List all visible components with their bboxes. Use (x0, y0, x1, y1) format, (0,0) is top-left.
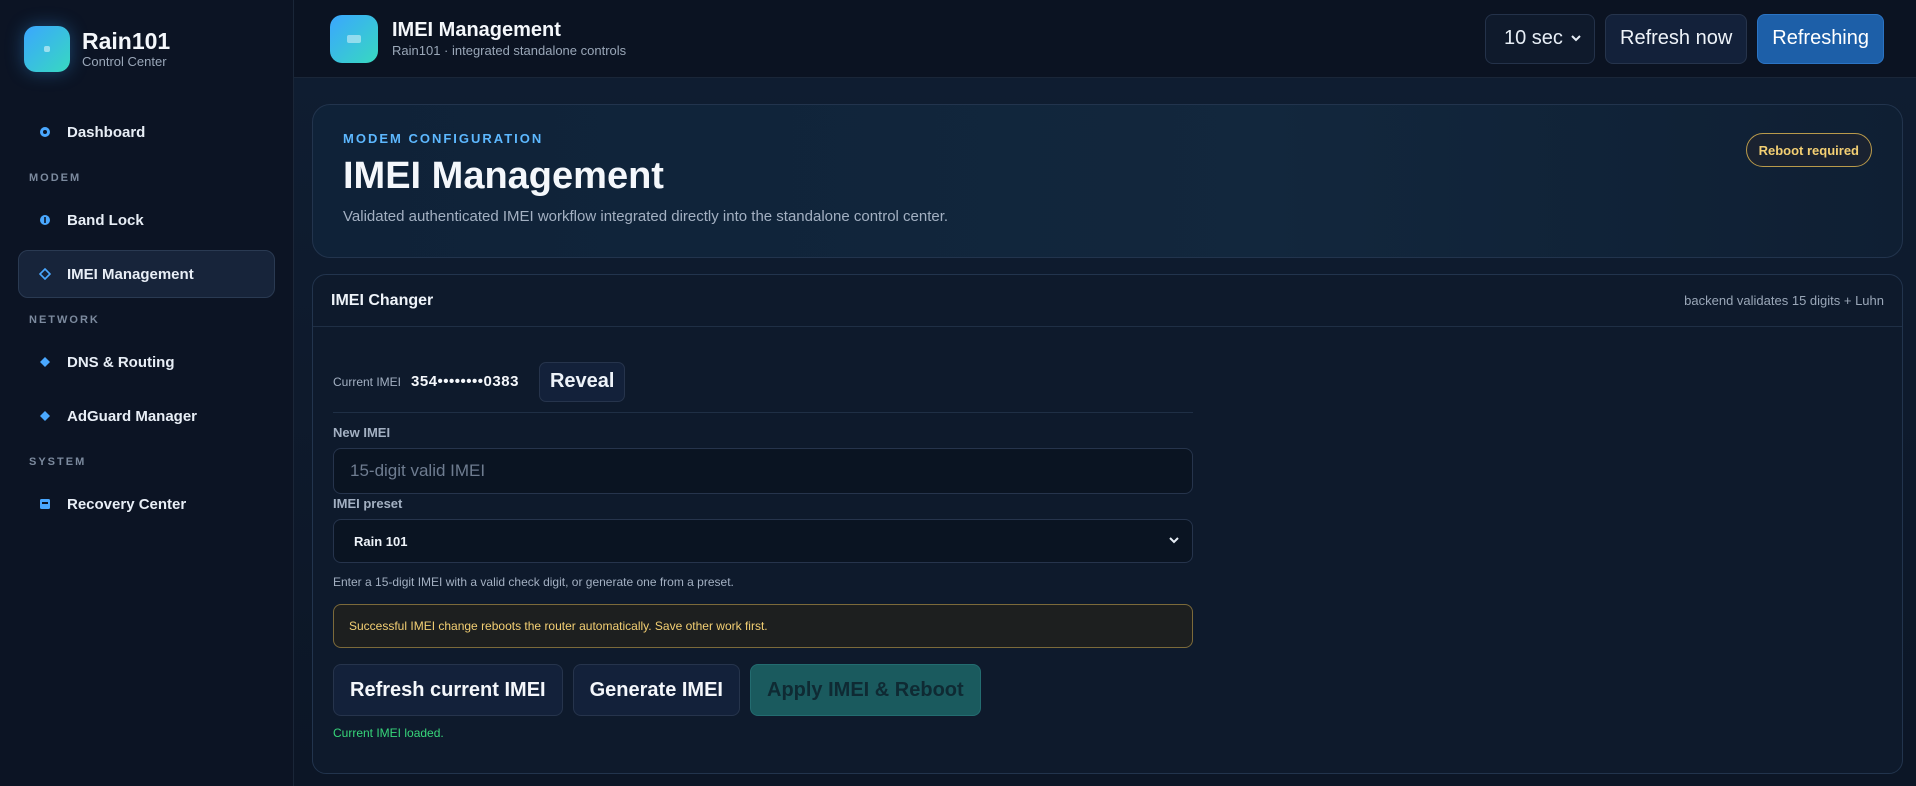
chevron-down-icon (1168, 534, 1180, 549)
imei-preset-select[interactable]: Rain 101 (333, 519, 1193, 563)
refreshing-button[interactable]: Refreshing (1757, 13, 1884, 64)
refresh-current-imei-button[interactable]: Refresh current IMEI (333, 664, 563, 716)
topbar-actions: 10 sec Refresh now Refreshing (1485, 13, 1884, 64)
nav-section-network: NETWORK (29, 314, 100, 326)
square-icon (39, 498, 51, 510)
main-area: IMEI Management Rain101 · integrated sta… (294, 0, 1916, 786)
card-title: IMEI Changer (331, 291, 434, 309)
status-message: Current IMEI loaded. (333, 726, 444, 740)
current-imei-label: Current IMEI (333, 374, 402, 389)
current-imei-row: Current IMEI 354••••••••0383 Reveal (333, 359, 1193, 413)
new-imei-label: New IMEI (333, 425, 391, 440)
diamond-icon (39, 356, 51, 368)
sidebar-item-recovery-center[interactable]: Recovery Center (18, 480, 275, 528)
help-text: Enter a 15-digit IMEI with a valid check… (333, 575, 734, 589)
status-badge: Reboot required (1745, 133, 1872, 167)
hero-title: IMEI Management (343, 155, 664, 197)
current-imei-value: 354••••••••0383 (411, 373, 519, 390)
sidebar-item-imei-management[interactable]: IMEI Management (18, 250, 275, 298)
sidebar: Rain101 Control Center Dashboard MODEM B… (0, 0, 294, 786)
dashboard-icon (39, 126, 51, 138)
app-root: Rain101 Control Center Dashboard MODEM B… (0, 0, 1916, 786)
brand-name: Rain101 (82, 28, 171, 54)
sidebar-item-label: AdGuard Manager (67, 407, 198, 425)
new-imei-input[interactable] (333, 448, 1193, 494)
generate-imei-button[interactable]: Generate IMEI (572, 664, 740, 716)
card-body: Current IMEI 354••••••••0383 Reveal New … (313, 327, 1193, 740)
refresh-interval-value: 10 sec (1504, 27, 1563, 49)
topbar: IMEI Management Rain101 · integrated sta… (294, 0, 1916, 78)
sidebar-item-label: DNS & Routing (67, 353, 175, 371)
sidebar-item-label: Dashboard (67, 123, 146, 141)
page-title: IMEI Management (392, 18, 561, 41)
hero-description: Validated authenticated IMEI workflow in… (343, 208, 949, 225)
diamond-outline-icon (39, 268, 51, 280)
content-area: MODEM CONFIGURATION IMEI Management Vali… (294, 78, 1916, 786)
chevron-down-icon (1570, 27, 1582, 50)
app-logo-icon (330, 14, 378, 63)
refresh-now-button[interactable]: Refresh now (1605, 13, 1748, 64)
nav-section-system: SYSTEM (29, 456, 87, 468)
refresh-interval-select[interactable]: 10 sec (1485, 13, 1595, 64)
sidebar-item-dashboard[interactable]: Dashboard (18, 108, 275, 156)
sidebar-item-label: Recovery Center (67, 495, 187, 513)
sidebar-item-band-lock[interactable]: Band Lock (18, 196, 275, 244)
action-buttons: Refresh current IMEI Generate IMEI Apply… (333, 664, 1193, 716)
imei-preset-value: Rain 101 (354, 533, 408, 549)
nav-section-modem: MODEM (29, 172, 82, 184)
sidebar-item-label: IMEI Management (67, 265, 194, 283)
card-hint: backend validates 15 digits + Luhn (1684, 293, 1884, 308)
hero-kicker: MODEM CONFIGURATION (343, 131, 544, 146)
brand-subtitle: Control Center (82, 54, 167, 69)
card-header: IMEI Changer backend validates 15 digits… (313, 275, 1902, 327)
brand: Rain101 Control Center (18, 26, 275, 72)
reveal-button[interactable]: Reveal (538, 361, 626, 402)
brand-logo-icon (24, 26, 70, 72)
imei-preset-label: IMEI preset (333, 496, 403, 511)
imei-changer-card: IMEI Changer backend validates 15 digits… (312, 274, 1903, 774)
diamond-icon (39, 410, 51, 422)
page-subtitle: Rain101 · integrated standalone controls (392, 42, 627, 58)
apply-imei-reboot-button[interactable]: Apply IMEI & Reboot (750, 664, 981, 716)
sidebar-item-dns-routing[interactable]: DNS & Routing (18, 338, 275, 386)
sidebar-item-label: Band Lock (67, 211, 144, 229)
sidebar-item-adguard-manager[interactable]: AdGuard Manager (18, 392, 275, 440)
warning-notice: Successful IMEI change reboots the route… (333, 604, 1193, 648)
info-circle-icon (39, 214, 51, 226)
hero-panel: MODEM CONFIGURATION IMEI Management Vali… (312, 104, 1903, 258)
